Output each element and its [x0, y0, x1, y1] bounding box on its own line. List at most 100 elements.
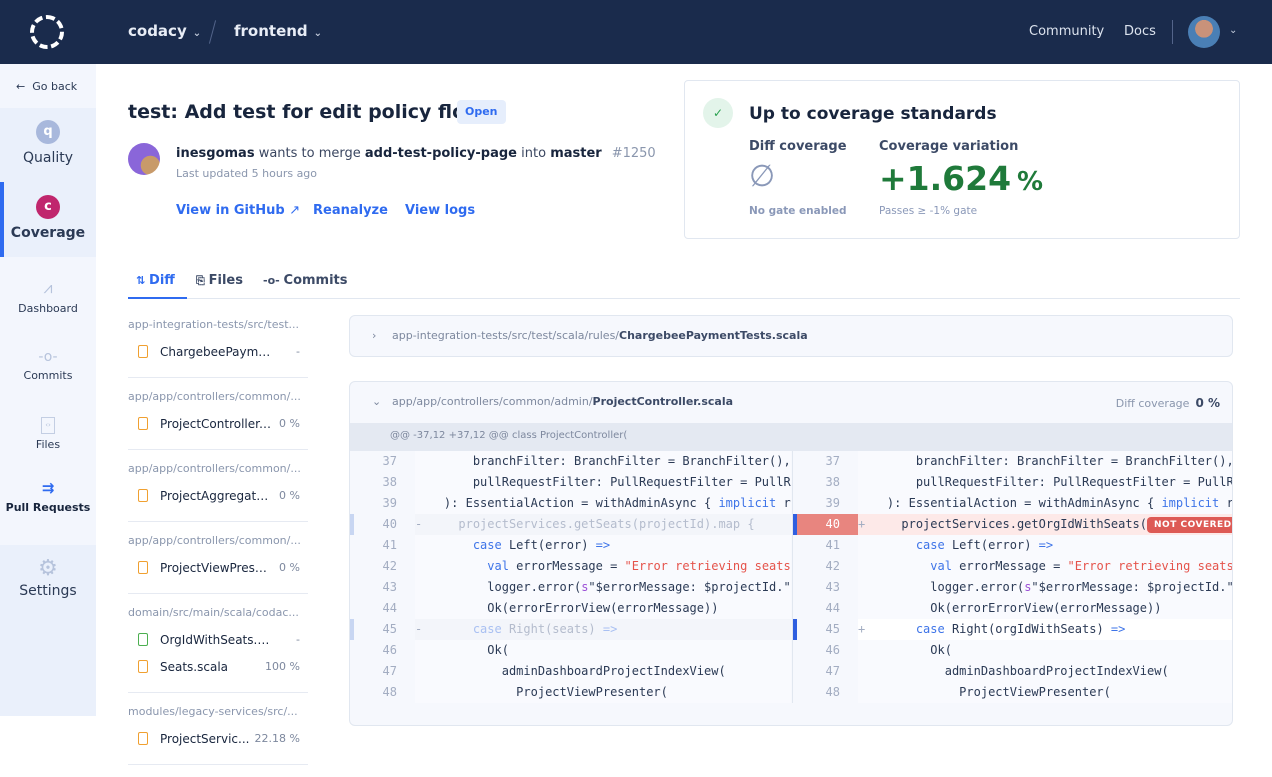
- code-token: "Error retrieving seats": [624, 559, 791, 573]
- line-number[interactable]: 39: [350, 493, 415, 514]
- tab-commits[interactable]: -o- Commits: [263, 273, 348, 288]
- pull-request-icon: ⇉: [41, 479, 55, 497]
- diff-marker: [415, 475, 422, 489]
- code-token: ): EssentialAction = withAdminAsync {: [872, 496, 1162, 510]
- file-coverage: 100 %: [265, 660, 300, 673]
- empty-set-icon: ∅: [749, 159, 776, 194]
- sidebar-item-commits[interactable]: -o- Commits: [0, 346, 96, 382]
- file-item[interactable]: ChargebeePaymentT... -: [128, 338, 308, 365]
- file-coverage: 0 %: [279, 561, 300, 574]
- chevron-down-icon[interactable]: ⌄: [1229, 25, 1237, 36]
- line-number[interactable]: 39: [793, 493, 858, 514]
- sidebar-item-dashboard[interactable]: ⩘ Dashboard: [0, 278, 96, 315]
- sidebar: ← Go back q Quality c Coverage ⩘ Dashboar…: [0, 64, 96, 716]
- org-selector[interactable]: codacy ⌄: [128, 22, 201, 40]
- file-icon: [138, 345, 148, 358]
- line-number[interactable]: 48: [793, 682, 858, 703]
- diff-marker: +: [858, 517, 866, 531]
- diff-marker: [858, 538, 865, 552]
- line-number[interactable]: 40: [793, 514, 858, 535]
- line-number[interactable]: 45: [350, 619, 415, 640]
- diff-right-side: 37 branchFilter: BranchFilter = BranchFi…: [792, 451, 1232, 703]
- text: into: [521, 146, 547, 161]
- line-number[interactable]: 41: [793, 535, 858, 556]
- coverage-variation-label: Coverage variation: [879, 139, 1019, 154]
- user-avatar[interactable]: [1188, 16, 1220, 48]
- code-token: errorMessage =: [951, 559, 1068, 573]
- community-link[interactable]: Community: [1029, 24, 1104, 39]
- line-number[interactable]: 46: [350, 640, 415, 661]
- go-back-link[interactable]: ← Go back: [16, 80, 77, 93]
- codacy-logo[interactable]: [30, 15, 64, 49]
- tab-files[interactable]: ⎘ Files: [196, 273, 243, 288]
- quality-icon: q: [36, 120, 60, 144]
- line-number[interactable]: 48: [350, 682, 415, 703]
- file-item[interactable]: ProjectAggregator.... 0 %: [128, 482, 308, 509]
- code-line: 39 ): EssentialAction = withAdminAsync {…: [350, 493, 791, 514]
- file-item[interactable]: ProjectServic... 22.18 %: [128, 725, 308, 752]
- file-group: app/app/controllers/common/... ProjectAgg…: [128, 462, 308, 522]
- file-coverage: 22.18 %: [254, 732, 300, 745]
- file-item[interactable]: Seats.scala 100 %: [128, 653, 308, 680]
- line-number[interactable]: 40: [350, 514, 415, 535]
- sidebar-item-files[interactable]: ‹› Files: [0, 412, 96, 451]
- tab-diff[interactable]: ⇅ Diff: [136, 273, 175, 288]
- chevron-right-icon: ›: [372, 329, 377, 342]
- code-content: logger.error(s"$errorMessage: $projectId…: [415, 577, 791, 598]
- line-number[interactable]: 43: [350, 577, 415, 598]
- line-number[interactable]: 47: [793, 661, 858, 682]
- code-line: 46 Ok(: [350, 640, 791, 661]
- line-number[interactable]: 44: [350, 598, 415, 619]
- docs-link[interactable]: Docs: [1124, 24, 1156, 39]
- diff-marker: -: [415, 517, 423, 531]
- sidebar-item-quality[interactable]: q Quality: [0, 120, 96, 166]
- line-number[interactable]: 37: [350, 451, 415, 472]
- code-token: case: [472, 538, 502, 552]
- line-number[interactable]: 46: [793, 640, 858, 661]
- line-number[interactable]: 37: [793, 451, 858, 472]
- file-group: domain/src/main/scala/codac... OrgIdWithS…: [128, 606, 308, 693]
- line-number[interactable]: 47: [350, 661, 415, 682]
- link-label: View in GitHub: [176, 203, 285, 218]
- file-item[interactable]: ProjectViewPresen... 0 %: [128, 554, 308, 581]
- coverage-variation-sub: Passes ≥ -1% gate: [879, 205, 978, 217]
- line-number[interactable]: 45: [793, 619, 858, 640]
- file-icon: [138, 732, 148, 745]
- diff-marker: [415, 685, 422, 699]
- tab-label: Files: [208, 273, 243, 288]
- author[interactable]: inesgomas: [176, 146, 255, 161]
- repo-selector[interactable]: frontend ⌄: [234, 22, 322, 40]
- code-content: case Left(error) =>: [415, 535, 791, 556]
- line-number[interactable]: 42: [793, 556, 858, 577]
- file-item[interactable]: ProjectController.s... 0 %: [128, 410, 308, 437]
- sidebar-item-coverage[interactable]: c Coverage: [0, 195, 96, 241]
- sidebar-item-pull-requests[interactable]: ⇉ Pull Requests: [0, 478, 96, 514]
- code-line: 48 ProjectViewPresenter(: [350, 682, 791, 703]
- diff-file-header[interactable]: › app-integration-tests/src/test/scala/ru…: [350, 316, 1232, 356]
- line-number[interactable]: 42: [350, 556, 415, 577]
- line-number[interactable]: 38: [350, 472, 415, 493]
- view-logs-link[interactable]: View logs: [405, 203, 475, 218]
- line-number[interactable]: 44: [793, 598, 858, 619]
- file-dir: app/app/controllers/common/admin/: [392, 395, 593, 408]
- diff-marker: [415, 580, 422, 594]
- file-icon: [138, 633, 148, 646]
- code-line: 38 pullRequestFilter: PullRequestFilter …: [793, 472, 1232, 493]
- code-token: val: [930, 559, 952, 573]
- target-branch: master: [550, 146, 602, 161]
- file-item[interactable]: OrgIdWithSeats.scala -: [128, 626, 308, 653]
- go-back-label: Go back: [32, 80, 78, 93]
- not-covered-badge: NOT COVERED: [1147, 517, 1232, 533]
- diff-file-header[interactable]: ⌄ app/app/controllers/common/admin/Projec…: [350, 382, 1232, 423]
- reanalyze-button[interactable]: Reanalyze: [313, 203, 388, 218]
- line-number[interactable]: 43: [793, 577, 858, 598]
- view-in-github-link[interactable]: View in GitHub ↗: [176, 203, 300, 218]
- tab-label: Commits: [283, 273, 348, 288]
- diff-marker: [415, 643, 422, 657]
- line-number[interactable]: 41: [350, 535, 415, 556]
- diff-file-collapsed[interactable]: › app-integration-tests/src/test/scala/ru…: [349, 315, 1233, 357]
- line-number[interactable]: 38: [793, 472, 858, 493]
- code-content: + case Right(orgIdWithSeats) =>: [858, 619, 1232, 640]
- code-token: Ok(: [872, 643, 952, 657]
- sidebar-item-settings[interactable]: ⚙ Settings: [0, 556, 96, 599]
